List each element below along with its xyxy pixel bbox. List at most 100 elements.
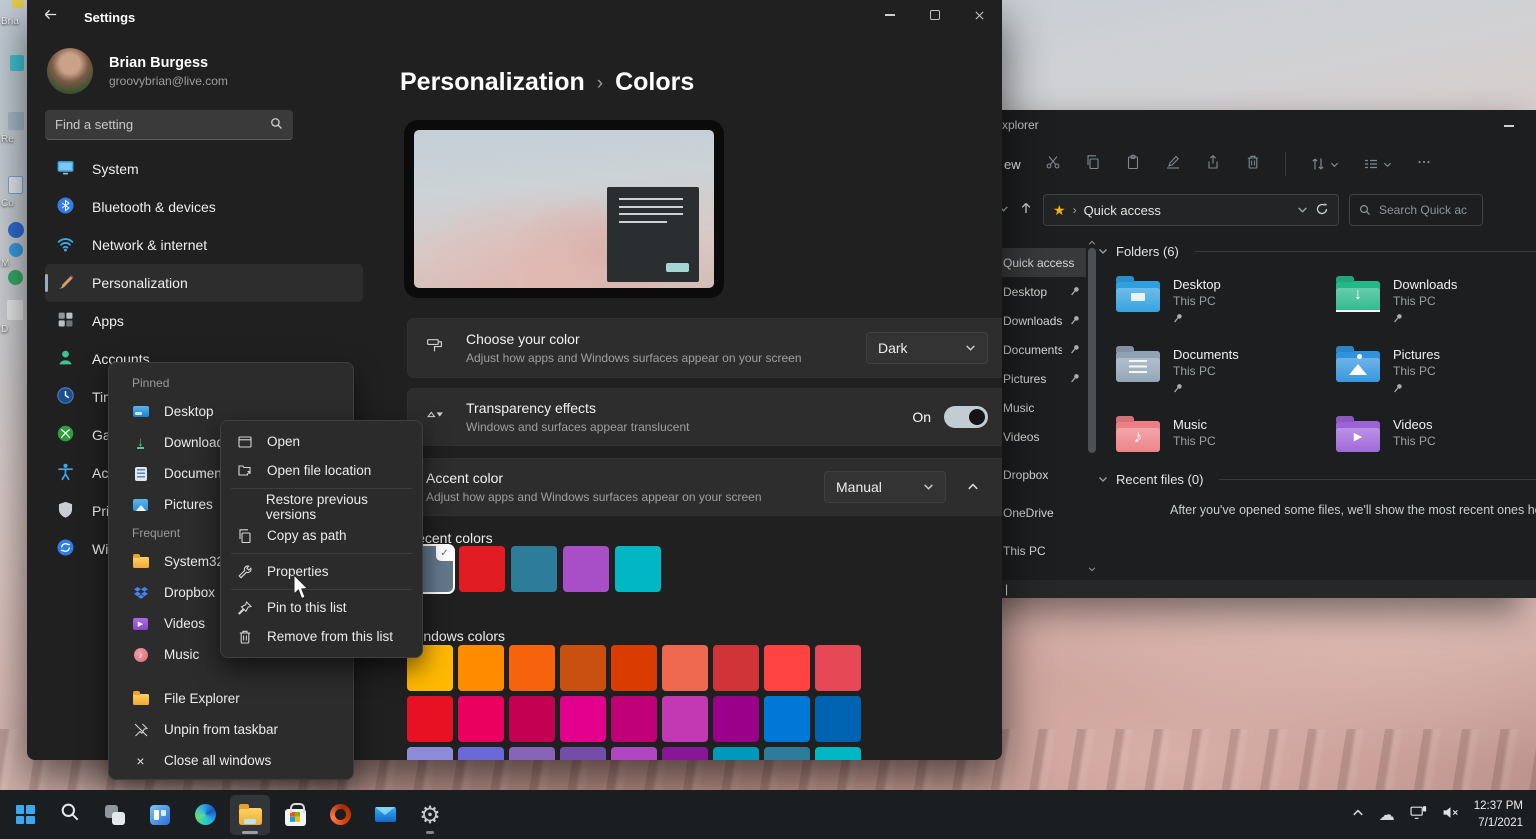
desktop-icon-fragment[interactable] (9, 243, 23, 257)
menu-item-open-file-location[interactable]: Open file location (221, 456, 422, 485)
delete-icon[interactable] (1245, 154, 1261, 175)
collapse-icon[interactable] (1098, 472, 1108, 487)
transparency-toggle[interactable] (944, 406, 988, 428)
sidebar-item-quick-access[interactable]: Quick access (988, 248, 1086, 277)
file-explorer-button[interactable] (230, 795, 270, 835)
collapse-icon[interactable] (1098, 244, 1108, 259)
menu-item-pin-to-list[interactable]: Pin to this list (221, 593, 422, 622)
share-icon[interactable] (1205, 154, 1221, 175)
color-swatch[interactable] (560, 696, 606, 742)
jump-list-item-unpin[interactable]: Unpin from taskbar (109, 714, 353, 745)
desktop-icon-fragment[interactable] (10, 55, 24, 71)
color-swatch[interactable] (407, 696, 453, 742)
color-swatch[interactable] (815, 747, 861, 760)
color-swatch[interactable] (509, 747, 555, 760)
sidebar-item-downloads[interactable]: Downloads (988, 306, 1086, 335)
sidebar-item-apps[interactable]: Apps (45, 302, 363, 340)
color-swatch[interactable] (511, 546, 557, 592)
sidebar-item-personalization[interactable]: Personalization (45, 264, 363, 302)
color-swatch[interactable] (662, 747, 708, 760)
color-swatch[interactable] (458, 747, 504, 760)
menu-item-remove-from-list[interactable]: Remove from this list (221, 622, 422, 651)
edge-button[interactable] (185, 795, 225, 835)
sidebar-item-pictures[interactable]: Pictures (988, 364, 1086, 393)
refresh-icon[interactable] (1315, 202, 1329, 219)
address-crumb[interactable]: Quick access (1084, 203, 1161, 218)
back-icon[interactable] (43, 7, 58, 27)
cut-icon[interactable] (1045, 154, 1061, 175)
color-swatch[interactable] (458, 645, 504, 691)
sidebar-item-bluetooth[interactable]: Bluetooth & devices (45, 188, 363, 226)
color-swatch[interactable] (611, 645, 657, 691)
start-button[interactable] (5, 795, 45, 835)
sort-button[interactable] (1310, 156, 1339, 172)
desktop-icon-fragment[interactable] (7, 300, 23, 320)
sidebar-item-network[interactable]: Network & internet (45, 226, 363, 264)
explorer-search-input[interactable]: Search Quick ac (1349, 194, 1483, 226)
sidebar-item-music[interactable]: Music (988, 393, 1086, 422)
minimize-icon[interactable] (867, 0, 912, 30)
sidebar-item-onedrive[interactable]: OneDrive (988, 498, 1086, 527)
user-profile[interactable]: Brian Burgess groovybrian@live.com (45, 48, 372, 94)
folder-tile-videos[interactable]: ▶ VideosThis PC (1336, 415, 1536, 452)
folder-tile-music[interactable]: ♪ MusicThis PC (1116, 415, 1336, 452)
menu-item-restore-previous-versions[interactable]: Restore previous versions (221, 492, 422, 521)
sidebar-item-documents[interactable]: Documents (988, 335, 1086, 364)
taskbar-search-button[interactable] (50, 795, 90, 835)
address-dropdown-icon[interactable] (1297, 203, 1308, 218)
copy-icon[interactable] (1085, 154, 1101, 175)
desktop-icon-fragment[interactable] (12, 0, 24, 8)
minimize-icon[interactable] (1504, 125, 1514, 127)
color-swatch[interactable] (764, 696, 810, 742)
color-swatch[interactable] (509, 645, 555, 691)
sidebar-item-desktop[interactable]: Desktop (988, 277, 1086, 306)
desktop-icon-fragment[interactable] (8, 112, 24, 130)
color-swatch[interactable] (615, 546, 661, 592)
collapse-expander-icon[interactable] (958, 472, 988, 502)
view-button[interactable] (1363, 156, 1392, 172)
recent-files-section-header[interactable]: Recent files (0) (1098, 472, 1536, 487)
color-swatch[interactable] (815, 645, 861, 691)
desktop-icon-fragment[interactable] (8, 176, 23, 194)
folder-tile-downloads[interactable]: ↓ DownloadsThis PC (1336, 275, 1536, 328)
color-swatch[interactable] (713, 747, 759, 760)
onedrive-icon[interactable]: ☁ (1379, 807, 1395, 823)
color-swatch[interactable] (509, 696, 555, 742)
settings-button[interactable]: ⚙ (410, 795, 450, 835)
rename-icon[interactable] (1165, 154, 1181, 175)
tray-overflow-icon[interactable] (1352, 806, 1364, 824)
jump-list-item-close-all[interactable]: ×Close all windows (109, 745, 353, 776)
breadcrumb-parent[interactable]: Personalization (400, 68, 585, 97)
menu-item-open[interactable]: Open (221, 427, 422, 456)
paste-icon[interactable] (1125, 154, 1141, 175)
volume-muted-icon[interactable] (1442, 806, 1459, 824)
choose-color-dropdown[interactable]: Dark (866, 332, 988, 364)
color-swatch[interactable] (611, 696, 657, 742)
see-more-icon[interactable] (1416, 154, 1432, 175)
network-icon[interactable] (1410, 805, 1427, 825)
settings-search-input[interactable]: Find a setting (45, 110, 293, 140)
color-swatch[interactable] (560, 645, 606, 691)
desktop-icon-fragment[interactable] (8, 270, 23, 285)
color-swatch[interactable] (662, 645, 708, 691)
color-swatch[interactable] (611, 747, 657, 760)
color-swatch[interactable] (407, 747, 453, 760)
folders-section-header[interactable]: Folders (6) (1098, 244, 1536, 259)
accent-mode-dropdown[interactable]: Manual (824, 471, 946, 503)
color-swatch[interactable] (713, 645, 759, 691)
up-icon[interactable] (1019, 201, 1033, 220)
settings-titlebar[interactable]: Settings (27, 0, 1002, 34)
folder-tile-desktop[interactable]: DesktopThis PC (1116, 275, 1336, 328)
folder-tile-pictures[interactable]: PicturesThis PC (1336, 345, 1536, 398)
color-swatch[interactable] (764, 645, 810, 691)
sidebar-item-videos[interactable]: Videos (988, 422, 1086, 451)
clock[interactable]: 12:37 PM 7/1/2021 (1474, 798, 1523, 830)
address-bar[interactable]: ★ › Quick access (1043, 194, 1339, 226)
task-view-button[interactable] (95, 795, 135, 835)
sidebar-item-system[interactable]: System (45, 150, 363, 188)
color-swatch[interactable] (563, 546, 609, 592)
sidebar-item-this-pc[interactable]: This PC (988, 536, 1086, 565)
color-swatch[interactable] (458, 696, 504, 742)
jump-list-item-file-explorer[interactable]: File Explorer (109, 683, 353, 714)
folder-tile-documents[interactable]: DocumentsThis PC (1116, 345, 1336, 398)
